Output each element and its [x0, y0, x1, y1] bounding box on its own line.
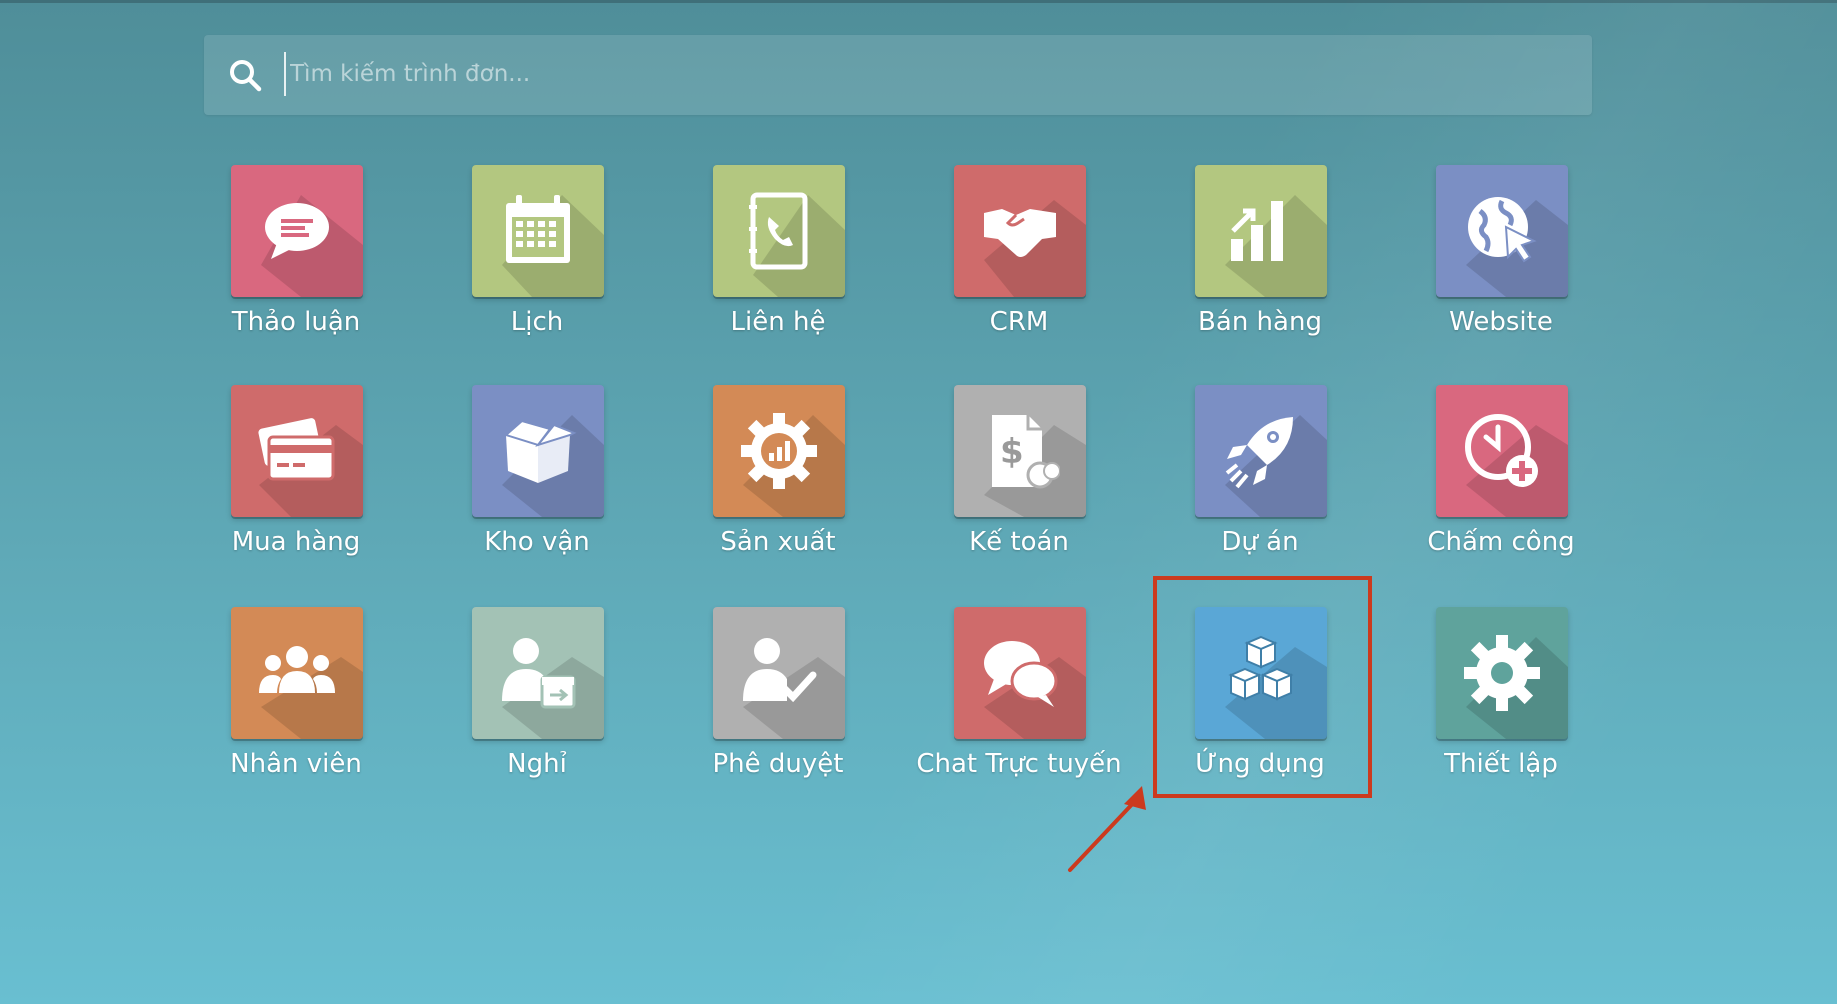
app-tile [713, 385, 845, 517]
inventory-box-icon [503, 419, 577, 483]
svg-text:$: $ [1000, 432, 1024, 472]
discuss-icon [265, 203, 329, 259]
purchase-card-icon [258, 418, 335, 481]
app-label: Chat Trực tuyến [916, 749, 1122, 779]
app-label: Thảo luận [231, 307, 361, 337]
app-leave[interactable]: Nghỉ [437, 607, 637, 807]
app-contacts[interactable]: Liên hệ [678, 165, 878, 365]
app-label: Website [1449, 307, 1553, 337]
app-manufacturing[interactable]: Sản xuất [678, 385, 878, 585]
app-approval[interactable]: Phê duyệt [678, 607, 878, 807]
app-discuss[interactable]: Thảo luận [196, 165, 396, 365]
app-label: Dự án [1221, 527, 1299, 557]
contacts-icon [749, 192, 808, 270]
livechat-icon [984, 641, 1058, 707]
app-label: Nghỉ [507, 749, 567, 779]
app-label: Nhân viên [230, 749, 362, 779]
app-label: Kế toán [969, 527, 1069, 557]
app-tile [1195, 165, 1327, 297]
app-tile [231, 165, 363, 297]
app-label: CRM [989, 307, 1049, 337]
app-label: Lịch [510, 307, 564, 337]
timesheet-clock-icon [1465, 414, 1538, 487]
settings-gear-icon [1464, 635, 1540, 711]
app-tile [954, 165, 1086, 297]
app-label: Chấm công [1427, 527, 1575, 557]
app-sales[interactable]: Bán hàng [1160, 165, 1360, 365]
app-tile [472, 165, 604, 297]
app-label: Bán hàng [1198, 307, 1322, 337]
app-purchase[interactable]: Mua hàng [196, 385, 396, 585]
annotation-highlight-box [1153, 576, 1372, 798]
app-tile: $ [954, 385, 1086, 517]
app-label: Liên hệ [730, 307, 826, 337]
app-label: Mua hàng [231, 527, 361, 557]
app-grid: Thảo luận Lịch Liên hệ CRM Bán hàng Webs… [0, 0, 1837, 1004]
website-globe-icon [1468, 197, 1537, 263]
app-tile [713, 165, 845, 297]
app-tile [231, 385, 363, 517]
calendar-icon [506, 195, 570, 263]
app-label: Phê duyệt [712, 749, 844, 779]
app-employees[interactable]: Nhân viên [196, 607, 396, 807]
app-tile [1436, 385, 1568, 517]
app-tile [954, 607, 1086, 739]
app-tile [472, 385, 604, 517]
app-tile [1436, 165, 1568, 297]
app-tile [1436, 607, 1568, 739]
manufacturing-gear-icon [741, 413, 817, 489]
app-inventory[interactable]: Kho vận [437, 385, 637, 585]
accounting-invoice-icon: $ [992, 415, 1060, 489]
app-tile [1195, 385, 1327, 517]
app-settings[interactable]: Thiết lập [1401, 607, 1601, 807]
app-calendar[interactable]: Lịch [437, 165, 637, 365]
app-tile [231, 607, 363, 739]
app-project[interactable]: Dự án [1160, 385, 1360, 585]
app-website[interactable]: Website [1401, 165, 1601, 365]
crm-handshake-icon [984, 209, 1056, 257]
app-label: Thiết lập [1444, 749, 1558, 779]
annotation-arrow-icon [1068, 786, 1146, 872]
approval-icon [743, 638, 817, 703]
app-tile [472, 607, 604, 739]
app-tile [713, 607, 845, 739]
sales-chart-icon [1231, 201, 1283, 261]
app-timesheet[interactable]: Chấm công [1401, 385, 1601, 585]
app-label: Kho vận [484, 527, 590, 557]
project-rocket-icon [1225, 417, 1293, 489]
employees-icon [259, 646, 335, 693]
app-crm[interactable]: CRM [919, 165, 1119, 365]
app-accounting[interactable]: $ Kế toán [919, 385, 1119, 585]
leave-icon [502, 638, 576, 709]
app-label: Sản xuất [720, 527, 836, 557]
